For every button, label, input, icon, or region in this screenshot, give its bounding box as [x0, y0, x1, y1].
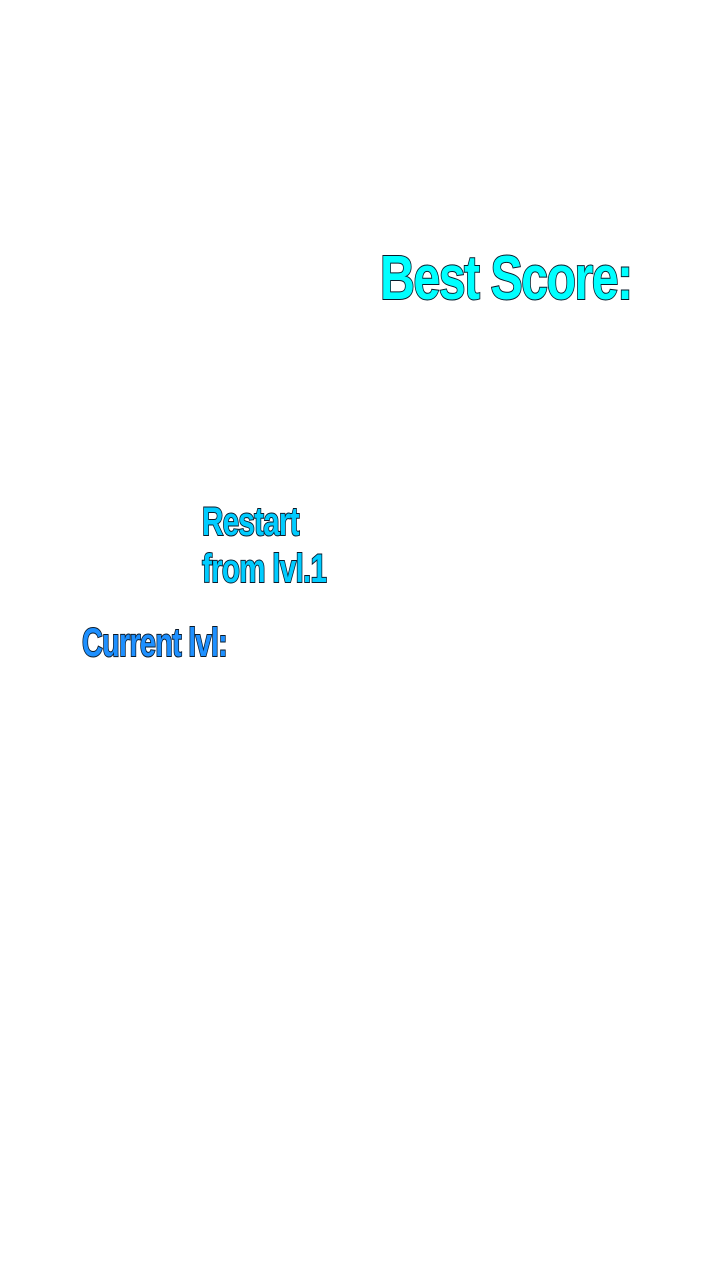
game-menu-screen: Best Score: Restart from lvl.1 Current l… [0, 0, 720, 1280]
best-score-label: Best Score: [379, 243, 634, 314]
current-level-label: Current lvl: [81, 620, 228, 666]
restart-button-line-2: from lvl.1 [201, 546, 327, 592]
restart-from-level-1-button[interactable]: Restart from lvl.1 [201, 499, 327, 593]
restart-button-line-1: Restart [201, 499, 300, 545]
